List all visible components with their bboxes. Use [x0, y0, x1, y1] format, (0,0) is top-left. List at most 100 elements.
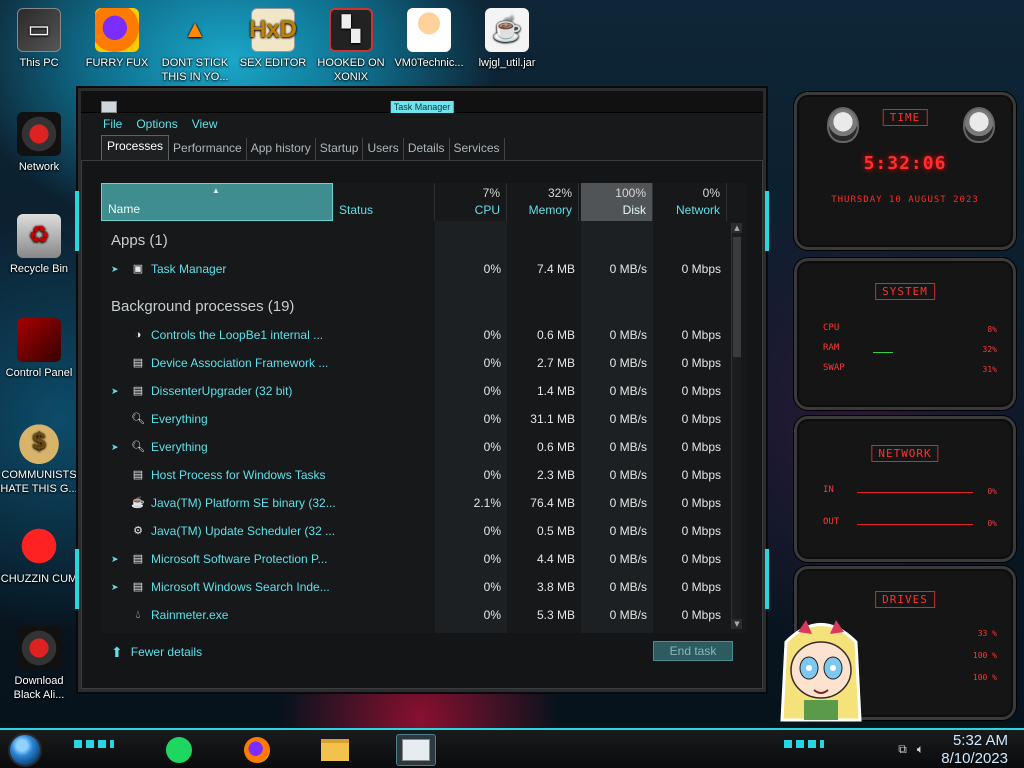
desktop-icon-label: FURRY FUX [85, 57, 149, 69]
network-value: 0 Mbps [681, 328, 721, 342]
tab-details[interactable]: Details [404, 138, 450, 160]
clock-text: 5:32:06 [863, 153, 947, 174]
table-row[interactable]: ▤ Host Process for Windows Tasks 0% 2.3 MB 0… [101, 461, 733, 489]
cpu-value: 0% [483, 580, 501, 594]
desktop-icon-lwjgl-jar[interactable]: ☕ lwjgl_util.jar [468, 8, 546, 70]
desktop-icon-vlc[interactable]: ▲ DONT STICK THIS IN YO... [156, 8, 234, 84]
table-row[interactable]: ☕ Java(TM) Platform SE binary (32... 2.1% 7… [101, 489, 733, 517]
taskbar-clock[interactable]: 5:32 AM 8/10/2023 [941, 732, 1008, 768]
end-task-button[interactable]: End task [653, 641, 733, 661]
network-value: 0 Mbps [681, 552, 721, 566]
memory-value: 2.7 MB [536, 356, 575, 370]
desktop-icon-black-alienware[interactable]: Download Black Ali... [0, 626, 78, 702]
footer: ⬆ Fewer details End task [101, 635, 747, 669]
cpu-value: 2.1% [473, 496, 501, 510]
start-orb-icon[interactable] [8, 733, 42, 767]
menu-file[interactable]: File [103, 117, 122, 131]
menu-view[interactable]: View [192, 117, 218, 131]
desktop-icon-network[interactable]: Network [0, 112, 78, 174]
tab-services[interactable]: Services [450, 138, 505, 160]
firefox-icon [244, 737, 270, 763]
network-icon [17, 112, 61, 156]
fewer-details-button[interactable]: ⬆ Fewer details [101, 644, 202, 661]
desktop-icon-label: CHUZZIN CUM [0, 573, 78, 585]
group-title: Apps (1) [111, 232, 168, 249]
task-manager-icon [402, 739, 430, 761]
metric-label: RAM [823, 343, 840, 353]
java-jar-icon: ☕ [485, 8, 529, 52]
table-row[interactable]: ➤ ▤ Microsoft Software Protection P... 0% 4.… [101, 545, 733, 573]
desktop-icon-hxd[interactable]: HxD SEX EDITOR [234, 8, 312, 70]
expand-chevron-icon[interactable]: ➤ [111, 573, 119, 601]
volume-icon[interactable]: 🔈︎ [917, 742, 924, 757]
desktop-icon-this-pc[interactable]: ▭ This PC [0, 8, 78, 70]
desktop-icon-chuzzin[interactable]: CHUZZIN CUM [0, 524, 78, 586]
table-row[interactable]: ➤ ▣ Task Manager 0% 7.4 MB 0 MB/s 0 Mbps [101, 255, 733, 283]
tab-performance[interactable]: Performance [169, 138, 247, 160]
spotify-icon [166, 737, 192, 763]
tab-users[interactable]: Users [363, 138, 404, 160]
window-title: Task Manager [390, 101, 454, 113]
scroll-down-icon[interactable]: ▼ [732, 619, 742, 629]
hxd-editor-icon: HxD [249, 8, 297, 52]
table-row[interactable]: 🔍︎ Everything 0% 31.1 MB 0 MB/s 0 Mbps [101, 405, 733, 433]
metric-label: OUT [823, 517, 840, 527]
desktop-icon-communists[interactable]: $ COMMUNISTS HATE THIS G... [0, 420, 78, 496]
expand-chevron-icon[interactable]: ➤ [111, 433, 119, 461]
tab-app-history[interactable]: App history [247, 138, 316, 160]
desktop-icon-recycle-bin[interactable]: ♻ Recycle Bin [0, 214, 78, 276]
expand-chevron-icon[interactable]: ➤ [111, 255, 119, 283]
desktop-icon-vm0technic[interactable]: VM0Technic... [390, 8, 468, 70]
task-manager-window[interactable]: Task Manager File Options View Processes… [75, 88, 769, 692]
column-header-disk[interactable]: 100% Disk [581, 183, 653, 221]
table-row[interactable]: ▤ Device Association Framework ... 0% 2.7 M… [101, 349, 733, 377]
process-name: Host Process for Windows Tasks [151, 468, 326, 482]
desktop-icon-xonix[interactable]: ▚ HOOKED ON XONIX [312, 8, 390, 84]
scroll-thumb[interactable] [733, 237, 741, 357]
memory-value: 2.3 MB [536, 468, 575, 482]
process-name: DissenterUpgrader (32 bit) [151, 384, 293, 398]
cpu-value: 0% [483, 552, 501, 566]
memory-value: 0.6 MB [536, 440, 575, 454]
desktop-icon-control-panel[interactable]: Control Panel [0, 318, 78, 380]
table-row[interactable]: ➤ 🔍︎ Everything 0% 0.6 MB 0 MB/s 0 Mbps [101, 433, 733, 461]
table-row[interactable]: ➤ ▤ Microsoft Windows Search Inde... 0% 3.8 … [101, 573, 733, 601]
column-header-network[interactable]: 0% Network [653, 183, 727, 221]
widget-title: NETWORK [871, 445, 939, 462]
taskbar-task-manager[interactable] [396, 734, 436, 766]
taskbar-file-explorer[interactable] [318, 734, 352, 766]
metric-value: 0% [987, 519, 997, 528]
column-label: CPU [474, 203, 500, 217]
title-bar[interactable]: Task Manager [81, 91, 763, 113]
menu-bar: File Options View [81, 113, 763, 135]
table-row[interactable]: ⚙ Java(TM) Update Scheduler (32 ... 0% 0.5 … [101, 517, 733, 545]
column-header-status[interactable]: Status [333, 183, 435, 221]
vertical-scrollbar[interactable]: ▲ ▼ [731, 223, 742, 629]
desktop-icon-furry-fux[interactable]: FURRY FUX [78, 8, 156, 70]
scroll-up-icon[interactable]: ▲ [732, 223, 742, 233]
desktop-icon-label: This PC [19, 57, 59, 69]
menu-options[interactable]: Options [136, 117, 177, 131]
taskbar-time: 5:32 AM [952, 732, 1008, 749]
network-tray-icon[interactable]: ⧉ [898, 742, 907, 757]
table-row[interactable]: ➤ ▤ DissenterUpgrader (32 bit) 0% 1.4 MB 0 MB… [101, 377, 733, 405]
system-widget: SYSTEM CPU 8% RAM 32% SWAP 31% [794, 258, 1016, 410]
expand-chevron-icon[interactable]: ➤ [111, 377, 119, 405]
taskbar-firefox[interactable] [240, 734, 274, 766]
expand-chevron-icon[interactable]: ➤ [111, 545, 119, 573]
chuzzle-icon [17, 524, 61, 568]
column-header-name[interactable]: ▲ Name [101, 183, 333, 221]
disk-value: 0 MB/s [609, 412, 647, 426]
table-row[interactable]: ◑ Controls the LoopBe1 internal ... 0% 0.6 … [101, 321, 733, 349]
tab-processes[interactable]: Processes [101, 135, 170, 160]
column-header-cpu[interactable]: 7% CPU [435, 183, 507, 221]
table-row[interactable]: 💧︎ Rainmeter.exe 0% 5.3 MB 0 MB/s 0 Mbps [101, 601, 733, 629]
taskbar-spotify[interactable] [162, 734, 196, 766]
disk-value: 0 MB/s [609, 580, 647, 594]
window-icon: ▤ [132, 357, 144, 369]
disk-value: 0 MB/s [609, 356, 647, 370]
disk-value: 0 MB/s [609, 524, 647, 538]
column-header-memory[interactable]: 32% Memory [507, 183, 579, 221]
drive-usage: 100 % [972, 673, 997, 682]
tab-startup[interactable]: Startup [316, 138, 364, 160]
